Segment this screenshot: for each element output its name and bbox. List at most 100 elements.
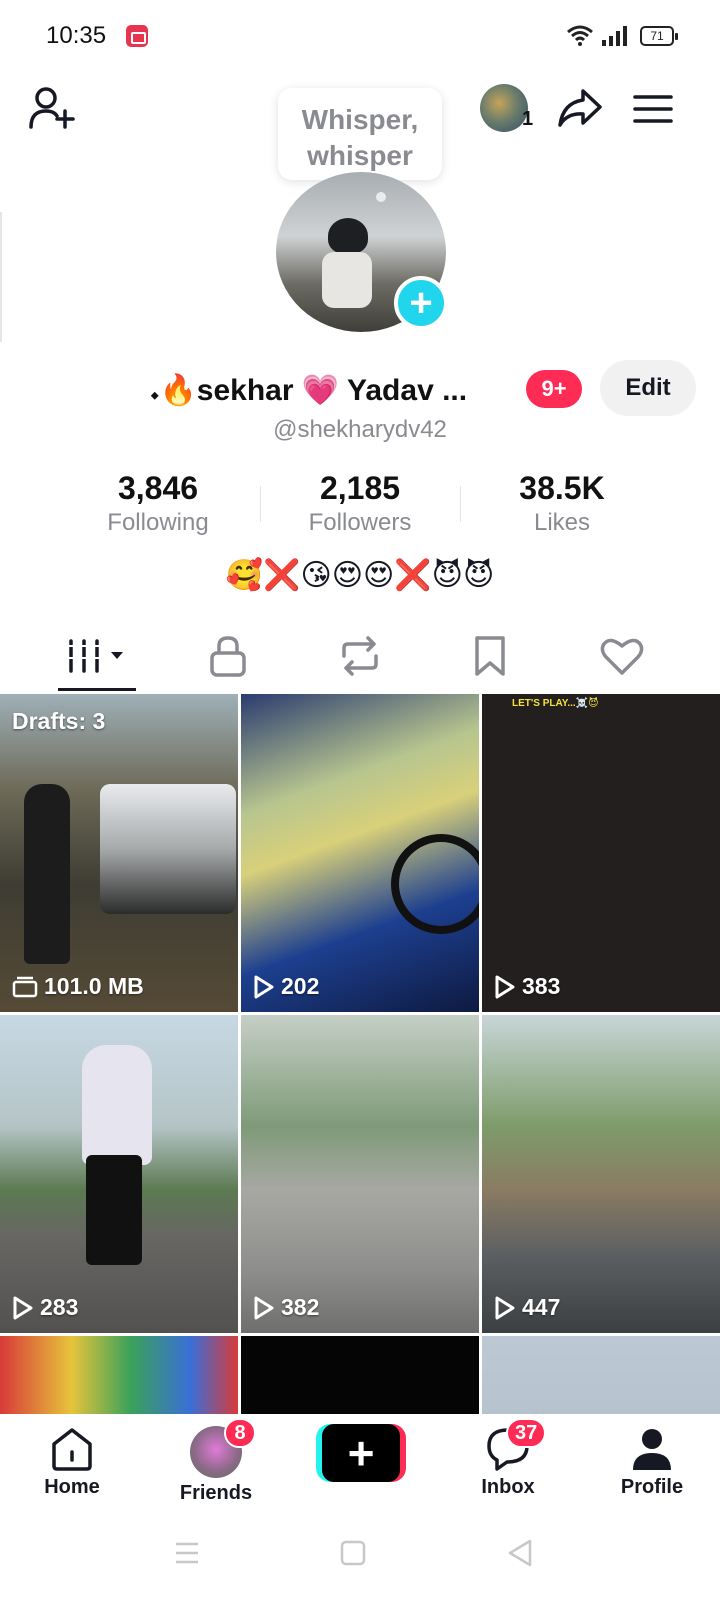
add-story-button[interactable]: +	[394, 276, 448, 330]
drafts-label: Drafts: 3	[12, 708, 106, 734]
bio: 🥰❌😘😍😍❌😈😈	[225, 559, 495, 592]
bubble-line-1: Whisper,	[301, 104, 419, 135]
grid-videos-icon	[68, 639, 123, 673]
friends-badge: 8	[224, 1418, 256, 1448]
followers-count: 2,185	[319, 470, 401, 506]
draft-size-text: 101.0 MB	[44, 973, 144, 999]
followers-stat[interactable]: 2,185 Followers	[270, 470, 450, 537]
video-thumbnail[interactable]: 382	[241, 1015, 479, 1333]
menu-icon	[633, 95, 673, 123]
signal-icon	[602, 26, 627, 46]
video-thumbnail[interactable]	[0, 1336, 238, 1414]
status-time: 10:35	[46, 22, 107, 49]
tab-liked[interactable]	[550, 620, 694, 692]
home-system-icon[interactable]	[340, 1540, 366, 1566]
recent-apps-icon[interactable]	[174, 1540, 200, 1566]
status-bubble[interactable]: Whisper, whisper	[278, 88, 442, 180]
back-icon[interactable]	[506, 1538, 534, 1568]
nav-profile[interactable]: Profile	[580, 1414, 720, 1514]
nav-inbox[interactable]: Inbox 37	[436, 1414, 580, 1514]
plus-icon: +	[409, 281, 433, 325]
nav-inbox-label: Inbox	[481, 1476, 535, 1498]
username: @shekharydv42	[273, 416, 447, 443]
video-thumbnail[interactable]	[241, 1336, 479, 1414]
play-icon	[495, 1296, 515, 1319]
active-tab-indicator	[58, 688, 136, 691]
video-thumbnail[interactable]: 202	[241, 694, 479, 1012]
video-thumbnail[interactable]: LET'S PLAY...☠️😈 383	[482, 694, 720, 1012]
draft-size: 101.0 MB	[12, 973, 144, 1000]
view-count-text: 382	[281, 1294, 320, 1320]
nav-home-label: Home	[44, 1476, 100, 1498]
tab-videos[interactable]	[26, 620, 170, 692]
plus-icon: +	[322, 1424, 400, 1482]
video-thumbnail[interactable]: 283	[0, 1015, 238, 1333]
likes-stat[interactable]: 38.5K Likes	[472, 470, 652, 537]
view-count: 447	[494, 1294, 560, 1321]
following-count: 3,846	[117, 470, 199, 506]
edit-profile-button[interactable]: Edit	[600, 360, 696, 416]
view-count-text: 383	[522, 973, 561, 999]
home-icon	[52, 1428, 92, 1471]
followers-label: Followers	[308, 509, 412, 536]
inbox-badge: 37	[506, 1418, 547, 1448]
view-count: 283	[12, 1294, 78, 1321]
edge-handle	[0, 212, 6, 342]
create-video-button: +	[316, 1424, 406, 1482]
nav-friends-label: Friends	[179, 1482, 253, 1504]
thumbnail-person	[24, 784, 70, 964]
video-thumbnail[interactable]: Drafts: 3 101.0 MB	[0, 694, 238, 1012]
profile-icon	[633, 1429, 671, 1470]
avatar-bubble-dot	[376, 192, 386, 202]
bottom-navigation: Home Friends 8 + Inbox 37 Profile	[0, 1414, 720, 1514]
likes-count: 38.5K	[519, 470, 605, 506]
add-user-icon	[29, 87, 75, 129]
play-icon	[254, 975, 274, 998]
thumbnail-caption: LET'S PLAY...☠️😈	[512, 698, 599, 709]
notification-badge[interactable]: 9+	[526, 370, 582, 408]
thumbnail-car	[100, 784, 236, 914]
menu-button[interactable]	[628, 84, 678, 134]
video-thumbnail[interactable]: 447	[482, 1015, 720, 1333]
tab-favorites[interactable]	[418, 620, 562, 692]
avatar-figure	[322, 252, 372, 308]
share-profile-button[interactable]	[554, 82, 606, 134]
display-name: 𝆺🔥sekhar 💗 Yadav ...	[150, 373, 468, 407]
create-button[interactable]: +	[316, 1414, 406, 1514]
add-friend-button[interactable]	[24, 80, 80, 136]
tab-reposts[interactable]	[288, 620, 432, 692]
play-icon	[254, 1296, 274, 1319]
stat-divider	[460, 486, 461, 522]
avatar-helmet	[328, 218, 368, 254]
view-count-text: 283	[40, 1294, 79, 1320]
thumbnail-person-legs	[86, 1155, 142, 1265]
bubble-line-2: whisper	[307, 140, 413, 171]
repost-icon	[342, 636, 378, 676]
thumbnail-steering-wheel	[391, 834, 479, 934]
system-navigation-bar	[0, 1514, 720, 1600]
tab-private[interactable]	[156, 620, 300, 692]
lock-icon	[210, 636, 246, 677]
heart-icon	[600, 638, 644, 675]
bookmark-icon	[475, 636, 505, 676]
screen-record-icon	[126, 25, 148, 47]
drafts-folder-icon	[12, 976, 38, 997]
view-count-text: 202	[281, 973, 320, 999]
play-icon	[13, 1296, 33, 1319]
likes-label: Likes	[533, 509, 591, 536]
view-count: 382	[253, 1294, 319, 1321]
display-name-row: 𝆺🔥sekhar 💗 Yadav ...	[150, 368, 467, 412]
nav-profile-label: Profile	[620, 1476, 684, 1498]
video-thumbnail[interactable]	[482, 1336, 720, 1414]
following-stat[interactable]: 3,846 Following	[68, 470, 248, 537]
profile-viewers-avatar[interactable]	[480, 84, 528, 132]
battery-indicator: 71	[640, 26, 678, 46]
play-icon	[495, 975, 515, 998]
nav-friends[interactable]: Friends 8	[144, 1414, 288, 1514]
content-tabs	[0, 620, 720, 692]
video-grid: Drafts: 3 101.0 MB 202 LET'S PLAY...☠️😈 …	[0, 694, 720, 1414]
view-count: 202	[253, 973, 319, 1000]
view-count-text: 447	[522, 1294, 561, 1320]
nav-home[interactable]: Home	[0, 1414, 144, 1514]
following-label: Following	[107, 509, 209, 536]
